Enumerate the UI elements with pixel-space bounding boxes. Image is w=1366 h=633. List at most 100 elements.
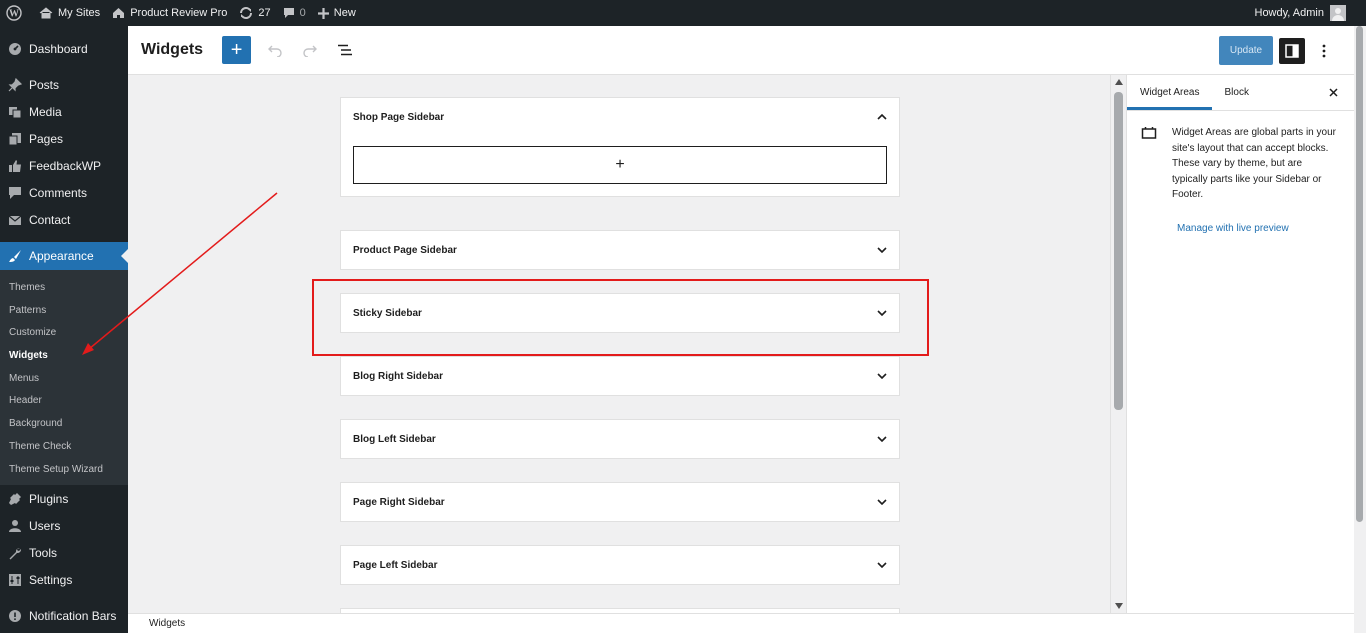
- sidebar-item-feedbackwp[interactable]: FeedbackWP: [0, 152, 128, 179]
- sidebar-item-label: FeedbackWP: [29, 158, 102, 173]
- wrench-icon: [8, 546, 22, 560]
- submenu-item-theme-setup-wizard[interactable]: Theme Setup Wizard: [0, 459, 128, 482]
- chevron-down-icon: [877, 247, 887, 253]
- svg-text:W: W: [9, 9, 19, 20]
- panel-description: Widget Areas are global parts in your si…: [1172, 127, 1336, 200]
- submenu-item-header[interactable]: Header: [0, 390, 128, 413]
- sidebar-item-dashboard[interactable]: Dashboard: [0, 35, 128, 62]
- new-content-menu[interactable]: New: [312, 0, 362, 26]
- wordpress-logo-icon[interactable]: W: [0, 0, 33, 26]
- close-icon[interactable]: [1326, 85, 1340, 99]
- chevron-up-icon: [877, 114, 887, 120]
- widget-area-toggle[interactable]: Shop Page Sidebar: [341, 98, 899, 136]
- tab-widget-areas[interactable]: Widget Areas: [1127, 75, 1212, 110]
- update-button[interactable]: Update: [1219, 36, 1273, 65]
- widget-area-title: Shop Page Sidebar: [353, 111, 445, 123]
- widget-area-shop-page-sidebar: Shop Page Sidebar +: [340, 97, 900, 197]
- pin-icon: [8, 77, 22, 92]
- header-actions: Update: [1219, 36, 1336, 65]
- sidebar-item-pages[interactable]: Pages: [0, 125, 128, 152]
- breadcrumb-item[interactable]: Widgets: [149, 618, 185, 629]
- sidebar-item-contact[interactable]: Contact: [0, 206, 128, 233]
- chevron-down-icon: [877, 562, 887, 568]
- sidebar-item-notification-bars[interactable]: Notification Bars: [0, 602, 128, 629]
- sidebar-item-label: Media: [29, 104, 62, 119]
- widget-area-toggle[interactable]: Sticky Sidebar: [341, 294, 899, 332]
- mail-icon: [8, 213, 22, 227]
- widget-areas-icon: [1141, 126, 1159, 144]
- sidebar-item-plugins[interactable]: Plugins: [0, 485, 128, 512]
- more-options-icon[interactable]: [1312, 39, 1336, 63]
- updates-menu[interactable]: 27: [233, 0, 276, 26]
- widget-area-toggle[interactable]: Page Left Sidebar: [341, 546, 899, 584]
- updates-count: 27: [258, 7, 271, 19]
- sidebar-item-settings[interactable]: Settings: [0, 566, 128, 593]
- sidebar-item-label: Tools: [29, 545, 58, 560]
- sidebar-item-label: Settings: [29, 572, 73, 587]
- widget-area-title: Sticky Sidebar: [353, 307, 422, 319]
- widget-area-title: Page Right Sidebar: [353, 496, 445, 508]
- submenu-item-theme-check[interactable]: Theme Check: [0, 436, 128, 459]
- submenu-item-customize[interactable]: Customize: [0, 322, 128, 345]
- widget-area-toggle[interactable]: Page Right Sidebar: [341, 483, 899, 521]
- sidebar-item-media[interactable]: Media: [0, 98, 128, 125]
- sidebar-item-tools[interactable]: Tools: [0, 539, 128, 566]
- settings-icon: [8, 573, 22, 587]
- submenu-item-themes[interactable]: Themes: [0, 277, 128, 300]
- chevron-down-icon: [877, 373, 887, 379]
- appearance-submenu: Themes Patterns Customize Widgets Menus …: [0, 270, 128, 486]
- sidebar-item-label: Appearance: [29, 249, 94, 263]
- widget-area-toggle[interactable]: Blog Left Sidebar: [341, 420, 899, 458]
- scroll-up-arrow-icon[interactable]: [1115, 79, 1123, 85]
- pages-icon: [8, 132, 22, 146]
- widget-area-sticky-sidebar: Sticky Sidebar: [340, 293, 900, 333]
- notification-icon: [8, 609, 22, 623]
- my-sites-icon: [39, 7, 58, 19]
- plus-icon: [317, 7, 334, 19]
- comments-menu[interactable]: 0: [277, 0, 312, 26]
- plugin-icon: [8, 492, 22, 506]
- comment-icon: [8, 186, 22, 200]
- site-name-menu[interactable]: Product Review Pro: [106, 0, 233, 26]
- settings-sidebar-toggle-icon[interactable]: [1279, 37, 1305, 64]
- my-sites-menu[interactable]: My Sites: [33, 0, 106, 26]
- block-appender-button[interactable]: +: [353, 146, 887, 184]
- redo-icon[interactable]: [298, 38, 322, 62]
- user-account-menu[interactable]: Howdy, Admin: [1254, 0, 1346, 26]
- widget-area-product-page-sidebar: Product Page Sidebar: [340, 230, 900, 270]
- panel-tabs: Widget Areas Block: [1127, 75, 1354, 111]
- page-scrollbar-thumb[interactable]: [1356, 26, 1363, 522]
- submenu-item-widgets[interactable]: Widgets: [0, 345, 128, 368]
- settings-panel: Widget Areas Block Widget Areas are glob…: [1126, 75, 1354, 613]
- sidebar-item-comments[interactable]: Comments: [0, 179, 128, 206]
- page-title: Widgets: [141, 41, 204, 58]
- panel-body: Widget Areas are global parts in your si…: [1127, 111, 1354, 203]
- widget-area-toggle[interactable]: Blog Right Sidebar: [341, 357, 899, 395]
- submenu-item-patterns[interactable]: Patterns: [0, 300, 128, 323]
- submenu-item-menus[interactable]: Menus: [0, 368, 128, 391]
- admin-sidebar: Dashboard Posts Media Pages FeedbackWP C…: [0, 26, 128, 633]
- widget-area-title: Blog Left Sidebar: [353, 433, 436, 445]
- scrollbar-thumb[interactable]: [1114, 92, 1123, 410]
- sidebar-item-posts[interactable]: Posts: [0, 71, 128, 98]
- canvas-scrollbar[interactable]: [1110, 75, 1126, 613]
- submenu-item-background[interactable]: Background: [0, 413, 128, 436]
- tab-block[interactable]: Block: [1212, 75, 1261, 110]
- thumbs-up-icon: [8, 159, 22, 173]
- sidebar-item-label: Posts: [29, 77, 60, 92]
- widget-area-title: Blog Right Sidebar: [353, 370, 443, 382]
- sidebar-item-label: Dashboard: [29, 41, 88, 56]
- sidebar-item-users[interactable]: Users: [0, 512, 128, 539]
- undo-icon[interactable]: [263, 38, 287, 62]
- sidebar-item-appearance[interactable]: Appearance: [0, 242, 128, 270]
- new-label: New: [333, 7, 356, 19]
- block-inserter-button[interactable]: +: [222, 36, 252, 64]
- scroll-down-arrow-icon[interactable]: [1115, 603, 1123, 609]
- widget-area-toggle[interactable]: Product Page Sidebar: [341, 231, 899, 269]
- page-scrollbar[interactable]: [1354, 26, 1366, 633]
- list-view-icon[interactable]: [333, 38, 357, 62]
- howdy-label: Howdy, Admin: [1254, 7, 1325, 19]
- updates-icon: [239, 7, 258, 19]
- chevron-down-icon: [877, 499, 887, 505]
- manage-live-preview-link[interactable]: Manage with live preview: [1177, 223, 1354, 234]
